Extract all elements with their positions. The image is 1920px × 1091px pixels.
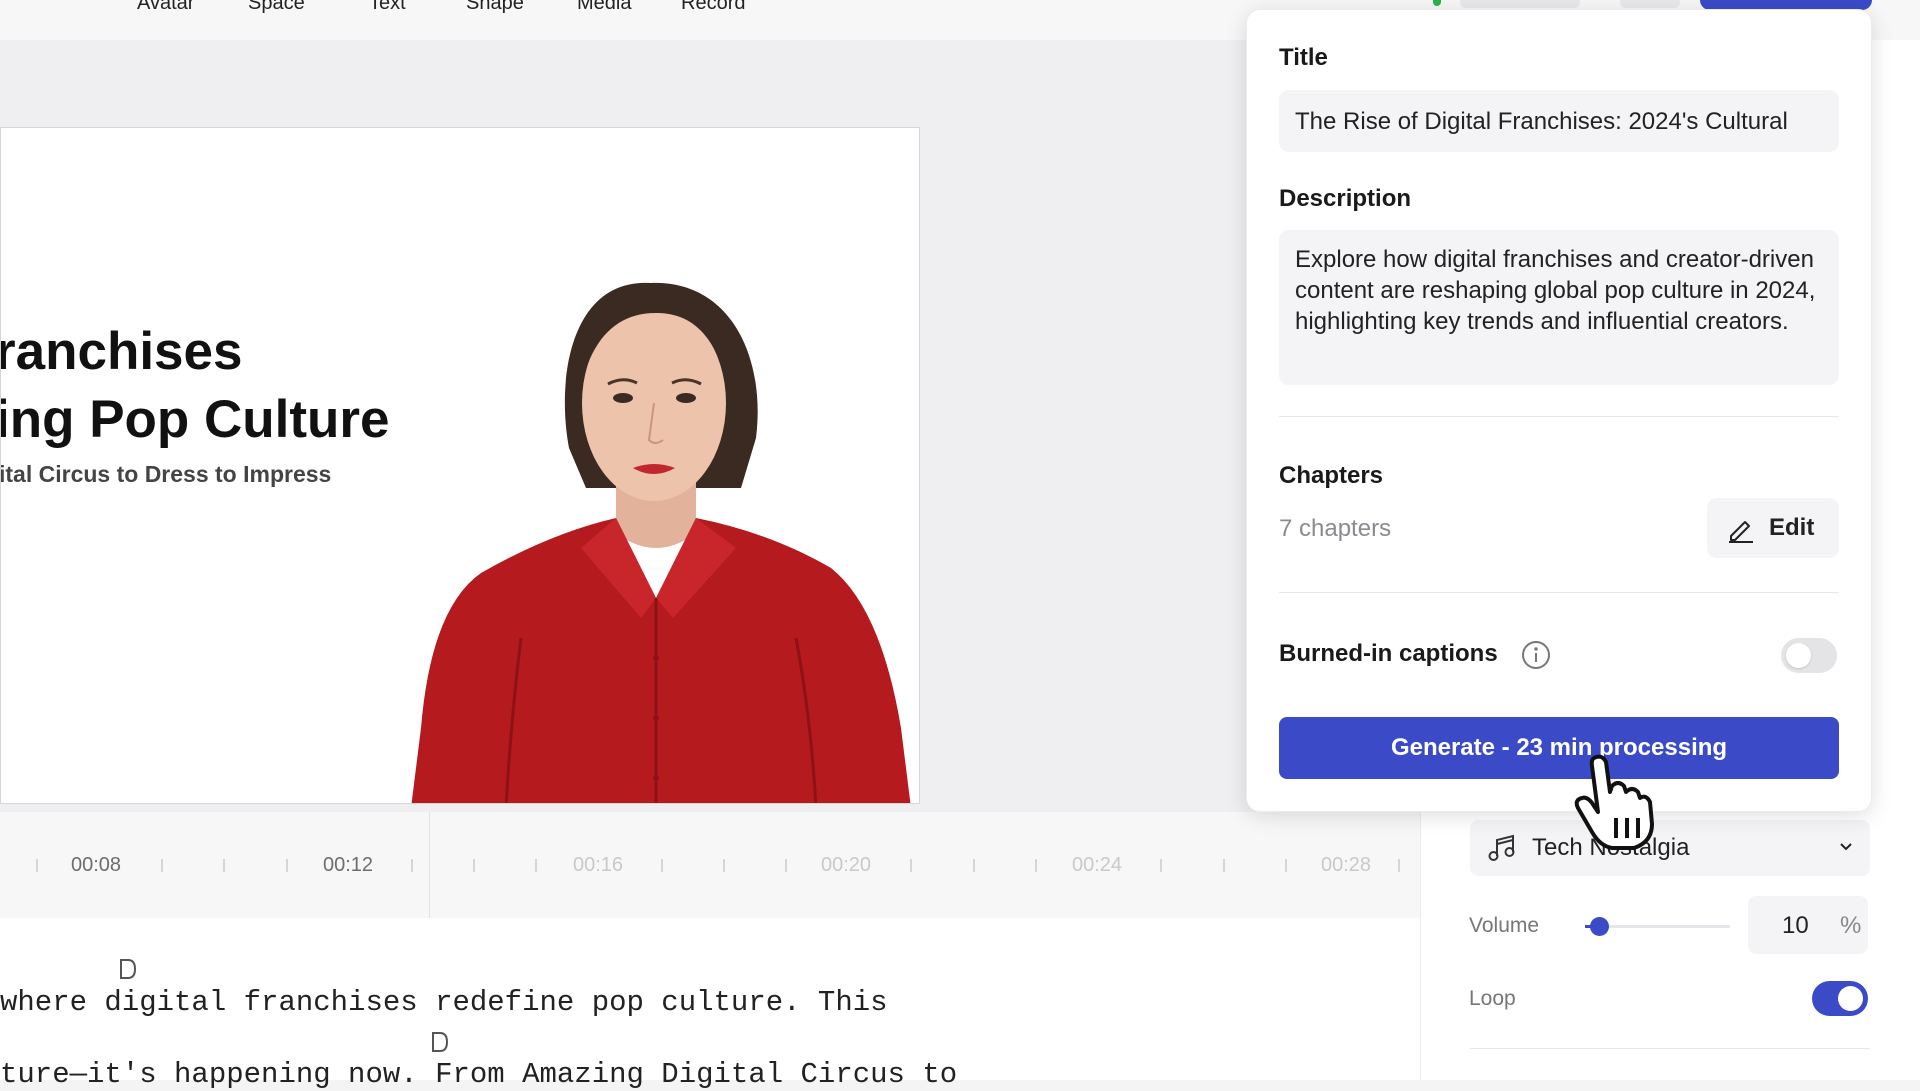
slide-heading[interactable]: ranchises ing Pop Culture	[0, 318, 390, 454]
toolbar-text[interactable]: Text	[369, 0, 406, 15]
timeline-tick	[1398, 859, 1400, 872]
status-dot	[1433, 0, 1441, 6]
volume-value: 10	[1782, 912, 1809, 939]
timeline-tick	[161, 859, 163, 872]
avatar-presenter[interactable]	[411, 188, 920, 804]
pause-marker-icon[interactable]	[118, 958, 138, 980]
hand-cursor-icon	[1574, 754, 1654, 850]
timeline-tick	[473, 859, 475, 872]
timeline-tick	[1035, 859, 1037, 872]
info-icon[interactable]	[1520, 639, 1552, 671]
timeline-ruler[interactable]: 00:08 00:12 00:16 00:20 00:24 00:28	[0, 812, 1420, 919]
chapters-label: Chapters	[1279, 462, 1384, 489]
timeline-label: 00:16	[573, 854, 624, 876]
divider	[1470, 1048, 1870, 1049]
timeline-tick	[910, 859, 912, 872]
slide-canvas[interactable]: ranchises ing Pop Culture ital Circus to…	[0, 127, 920, 804]
description-value: Explore how digital franchises and creat…	[1295, 246, 1816, 335]
timeline-label: 00:28	[1321, 854, 1372, 876]
timeline-tick	[411, 859, 413, 872]
timeline-tick	[223, 859, 225, 872]
volume-input[interactable]: 10 %	[1748, 896, 1868, 954]
script-editor[interactable]: where digital franchises redefine pop cu…	[0, 918, 1420, 1091]
generate-button[interactable]: Generate - 23 min processing	[1279, 717, 1839, 779]
script-line[interactable]: where digital franchises redefine pop cu…	[0, 986, 888, 1019]
slide-subtitle[interactable]: ital Circus to Dress to Impress	[1, 461, 331, 488]
captions-toggle[interactable]	[1781, 638, 1837, 673]
edit-label: Edit	[1769, 514, 1815, 541]
timeline-tick	[1160, 859, 1162, 872]
canvas-stage: ranchises ing Pop Culture ital Circus to…	[0, 40, 1420, 812]
timeline-tick	[1223, 859, 1225, 872]
pencil-icon	[1729, 521, 1753, 543]
toolbar-shape[interactable]: Shape	[466, 0, 524, 15]
timeline-tick	[973, 859, 975, 872]
timeline-tick	[36, 859, 38, 872]
music-note-icon	[1488, 834, 1515, 861]
description-input[interactable]: Explore how digital franchises and creat…	[1279, 230, 1839, 385]
title-value: The Rise of Digital Franchises: 2024's C…	[1295, 108, 1788, 135]
divider	[1279, 416, 1839, 417]
toolbar-pill[interactable]	[1460, 0, 1580, 8]
toolbar-pill-small[interactable]	[1620, 0, 1680, 8]
timeline-label: 00:08	[71, 854, 122, 876]
chapters-count: 7 chapters	[1279, 515, 1392, 542]
slide-heading-line1: ranchises	[0, 322, 243, 381]
title-label: Title	[1279, 44, 1328, 71]
timeline-playhead-divider	[429, 812, 430, 918]
divider	[1279, 592, 1839, 593]
timeline-tick	[785, 859, 787, 872]
timeline-label: 00:24	[1072, 854, 1123, 876]
timeline-tick	[1285, 859, 1287, 872]
timeline-tick	[535, 859, 537, 872]
pause-marker-icon[interactable]	[430, 1031, 450, 1053]
edit-chapters-button[interactable]: Edit	[1707, 498, 1839, 558]
script-line[interactable]: ture—it's happening now. From Amazing Di…	[0, 1058, 957, 1091]
volume-slider-handle[interactable]	[1590, 917, 1609, 936]
toggle-knob	[1786, 643, 1811, 668]
toolbar-media[interactable]: Media	[577, 0, 631, 15]
toolbar-avatar[interactable]: Avatar	[137, 0, 194, 15]
description-label: Description	[1279, 185, 1412, 212]
slide-heading-line2: ing Pop Culture	[0, 390, 390, 449]
timeline-tick	[723, 859, 725, 872]
music-track-select[interactable]: Tech Nostalgia	[1470, 820, 1870, 876]
chevron-down-icon	[1840, 843, 1852, 851]
generate-label: Generate - 23 min processing	[1390, 734, 1728, 761]
volume-unit: %	[1840, 912, 1862, 939]
timeline-tick	[661, 859, 663, 872]
captions-label: Burned-in captions	[1279, 640, 1498, 667]
loop-label: Loop	[1469, 987, 1516, 1010]
toggle-knob	[1838, 986, 1863, 1011]
toolbar-record[interactable]: Record	[681, 0, 745, 15]
loop-toggle[interactable]	[1812, 981, 1868, 1016]
timeline-tick	[286, 859, 288, 872]
title-input[interactable]: The Rise of Digital Franchises: 2024's C…	[1279, 90, 1839, 152]
toolbar-space[interactable]: Space	[248, 0, 305, 15]
volume-label: Volume	[1469, 914, 1540, 937]
timeline-label: 00:12	[323, 854, 374, 876]
generate-popover: Title The Rise of Digital Franchises: 20…	[1246, 9, 1872, 812]
timeline-label: 00:20	[821, 854, 872, 876]
